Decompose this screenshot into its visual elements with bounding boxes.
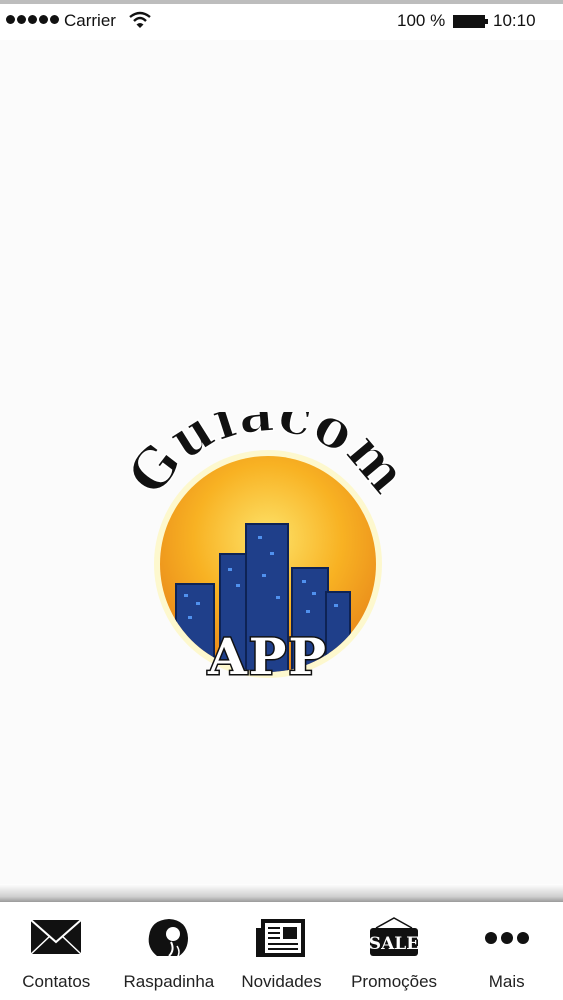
status-bar: Carrier 100 % 10:10	[0, 0, 563, 40]
battery-icon	[453, 15, 488, 28]
tab-promocoes[interactable]: SALE Promoções	[338, 902, 451, 1000]
tab-label-raspadinha: Raspadinha	[123, 972, 215, 991]
tab-bar-shadow	[0, 884, 563, 902]
tab-mais[interactable]: Mais	[450, 902, 563, 1000]
sale-tag-text: SALE	[369, 934, 419, 954]
app-screen: Carrier 100 % 10:10 uiaco APP Contatos R…	[0, 0, 563, 1000]
battery-percentage: 100 %	[397, 11, 446, 30]
tab-contatos[interactable]: Contatos	[0, 902, 113, 1000]
tab-label-promocoes: Promoções	[351, 972, 438, 991]
logo-subtitle-text: APP	[207, 627, 328, 686]
guiacom-app-logo: Guiacom APP	[128, 412, 408, 688]
tab-label-novidades: Novidades	[241, 972, 322, 991]
tab-label-mais: Mais	[488, 972, 525, 991]
tab-raspadinha[interactable]: Raspadinha	[113, 902, 226, 1000]
bottom-tab-bar: Contatos Raspadinha Novidades SALE Promo…	[0, 902, 563, 1000]
signal-strength-icon	[6, 15, 59, 24]
tab-label-contatos: Contatos	[22, 972, 91, 991]
status-time: 10:10	[493, 11, 536, 30]
sale-tag-icon: SALE	[369, 917, 419, 956]
head-icon	[148, 919, 188, 959]
envelope-icon	[30, 919, 82, 955]
tab-novidades[interactable]: Novidades	[225, 902, 338, 1000]
newspaper-icon	[256, 919, 306, 957]
carrier-name: Carrier	[64, 11, 116, 30]
more-dots-icon	[484, 932, 529, 944]
wifi-icon	[129, 11, 151, 28]
splash-content: Guiacom APP	[0, 40, 563, 888]
